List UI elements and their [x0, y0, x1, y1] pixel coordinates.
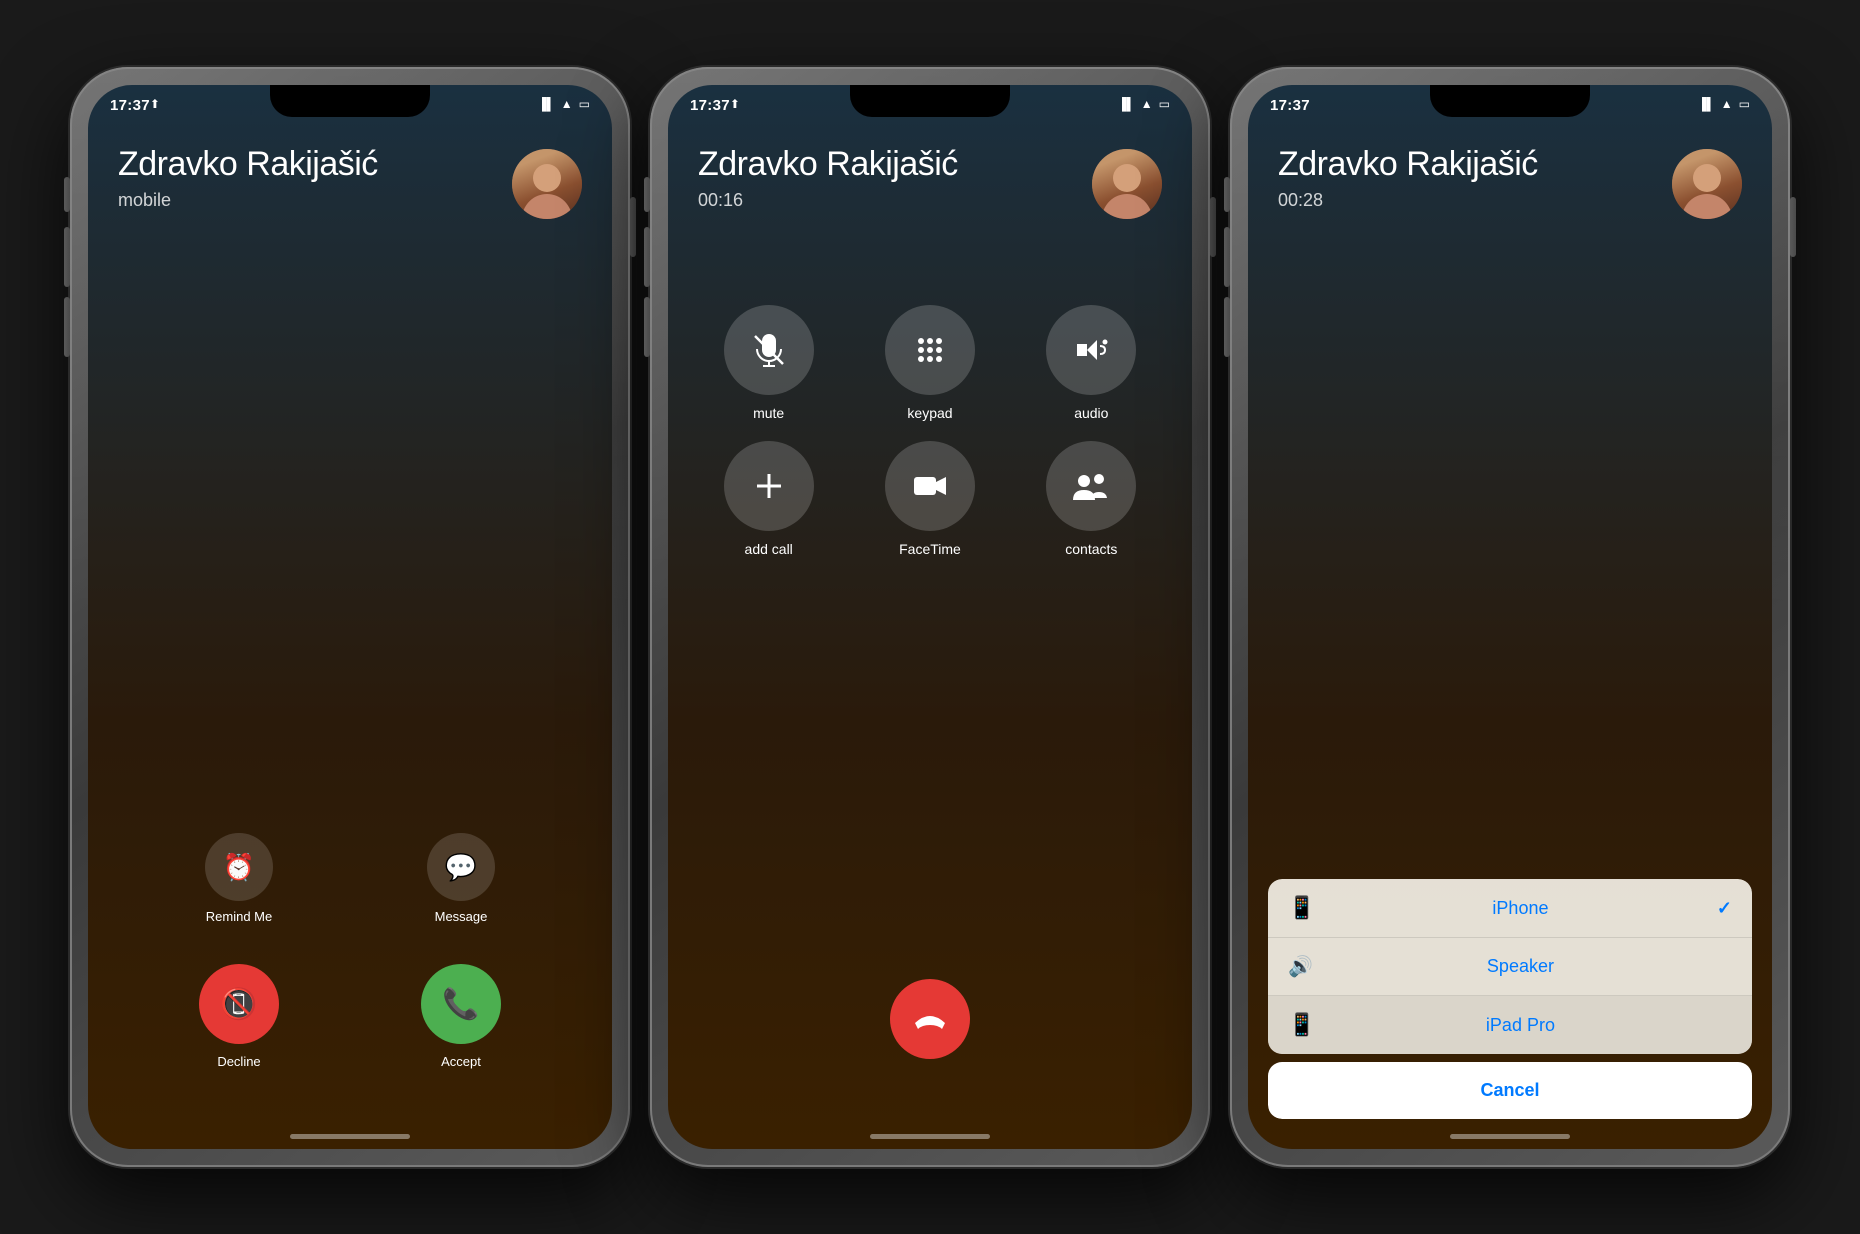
mute-icon	[724, 305, 814, 395]
iphone-label: iPhone	[1324, 898, 1717, 919]
phone-frame-2: 17:37 ⬆ ▐▌ ▲ ▭ Zdravko Rakijašić 00:16	[650, 67, 1210, 1167]
remind-icon: ⏰	[205, 833, 273, 901]
facetime-button[interactable]: FaceTime	[859, 441, 1000, 557]
decline-circle: 📵	[199, 964, 279, 1044]
contacts-icon	[1046, 441, 1136, 531]
notch-3	[1430, 85, 1590, 117]
cancel-label: Cancel	[1480, 1080, 1539, 1100]
remind-message-row: ⏰ Remind Me 💬 Message	[88, 833, 612, 924]
contacts-button[interactable]: contacts	[1021, 441, 1162, 557]
accept-label: Accept	[441, 1054, 481, 1069]
decline-label: Decline	[217, 1054, 260, 1069]
battery-icon-3: ▭	[1739, 97, 1750, 111]
avatar-3	[1672, 149, 1742, 219]
status-time-1: 17:37	[110, 97, 150, 114]
home-indicator-1	[290, 1134, 410, 1139]
audio-options-list: 📱 iPhone ✓ 🔊 Speaker ✓ 📱 iPad Pro	[1268, 879, 1752, 1054]
status-icons-3: ▐▌ ▲ ▭	[1698, 97, 1750, 111]
avatar-face-1	[512, 149, 582, 219]
speaker-label: Speaker	[1324, 956, 1717, 977]
phone-active: 17:37 ⬆ ▐▌ ▲ ▭ Zdravko Rakijašić 00:16	[650, 67, 1210, 1167]
incoming-actions: ⏰ Remind Me 💬 Message 📵 Decline	[88, 833, 612, 1069]
avatar-face-3	[1672, 149, 1742, 219]
add-call-button[interactable]: add call	[698, 441, 839, 557]
home-indicator-3	[1450, 1134, 1570, 1139]
phones-container: 17:37 ⬆ ▐▌ ▲ ▭ Zdravko Rakijašić mobile	[60, 67, 1800, 1167]
screen-active: 17:37 ⬆ ▐▌ ▲ ▭ Zdravko Rakijašić 00:16	[668, 85, 1192, 1149]
ipad-option[interactable]: 📱 iPad Pro ✓	[1268, 996, 1752, 1054]
notch-1	[270, 85, 430, 117]
iphone-icon: 📱	[1288, 895, 1324, 921]
avatar-1	[512, 149, 582, 219]
add-call-label: add call	[745, 541, 793, 557]
avatar-face-2	[1092, 149, 1162, 219]
screen-incoming: 17:37 ⬆ ▐▌ ▲ ▭ Zdravko Rakijašić mobile	[88, 85, 612, 1149]
status-icons-1: ▐▌ ▲ ▭	[538, 97, 590, 111]
message-icon: 💬	[427, 833, 495, 901]
keypad-button[interactable]: keypad	[859, 305, 1000, 421]
ipad-label: iPad Pro	[1324, 1015, 1717, 1036]
facetime-icon	[885, 441, 975, 531]
wifi-icon-2: ▲	[1141, 97, 1153, 111]
controls-grid: mute	[698, 305, 1162, 557]
iphone-option[interactable]: 📱 iPhone ✓	[1268, 879, 1752, 938]
accept-button[interactable]: 📞 Accept	[421, 964, 501, 1069]
audio-button[interactable]: audio	[1021, 305, 1162, 421]
phone-frame-1: 17:37 ⬆ ▐▌ ▲ ▭ Zdravko Rakijašić mobile	[70, 67, 630, 1167]
contacts-label: contacts	[1065, 541, 1117, 557]
phone-frame-3: 17:37 ▐▌ ▲ ▭ Zdravko Rakijašić 00:28	[1230, 67, 1790, 1167]
status-time-3: 17:37	[1270, 97, 1310, 114]
end-call-button[interactable]	[890, 979, 970, 1059]
wifi-icon-3: ▲	[1721, 97, 1733, 111]
ipad-icon: 📱	[1288, 1012, 1324, 1038]
accept-circle: 📞	[421, 964, 501, 1044]
mute-label: mute	[753, 405, 784, 421]
message-label: Message	[435, 909, 488, 924]
mute-button[interactable]: mute	[698, 305, 839, 421]
location-icon-1: ⬆	[150, 97, 160, 111]
facetime-label: FaceTime	[899, 541, 961, 557]
speaker-icon: 🔊	[1288, 954, 1324, 979]
signal-icon-2: ▐▌	[1118, 97, 1135, 111]
remind-me-button[interactable]: ⏰ Remind Me	[205, 833, 273, 924]
signal-icon-1: ▐▌	[538, 97, 555, 111]
screen-audio: 17:37 ▐▌ ▲ ▭ Zdravko Rakijašić 00:28	[1248, 85, 1772, 1149]
signal-icon-3: ▐▌	[1698, 97, 1715, 111]
keypad-label: keypad	[907, 405, 952, 421]
decline-button[interactable]: 📵 Decline	[199, 964, 279, 1069]
notch-2	[850, 85, 1010, 117]
cancel-button[interactable]: Cancel	[1268, 1062, 1752, 1119]
battery-icon-1: ▭	[579, 97, 590, 111]
add-call-icon	[724, 441, 814, 531]
remind-label: Remind Me	[206, 909, 272, 924]
call-controls: mute	[668, 305, 1192, 557]
wifi-icon-1: ▲	[561, 97, 573, 111]
speaker-option[interactable]: 🔊 Speaker ✓	[1268, 938, 1752, 996]
message-button[interactable]: 💬 Message	[427, 833, 495, 924]
audio-sheet: 📱 iPhone ✓ 🔊 Speaker ✓ 📱 iPad Pro	[1268, 879, 1752, 1119]
end-call-icon	[890, 979, 970, 1059]
phone-incoming: 17:37 ⬆ ▐▌ ▲ ▭ Zdravko Rakijašić mobile	[70, 67, 630, 1167]
audio-label: audio	[1074, 405, 1108, 421]
decline-accept-row: 📵 Decline 📞 Accept	[88, 964, 612, 1069]
audio-icon	[1046, 305, 1136, 395]
home-indicator-2	[870, 1134, 990, 1139]
battery-icon-2: ▭	[1159, 97, 1170, 111]
location-icon-2: ⬆	[730, 97, 740, 111]
status-icons-2: ▐▌ ▲ ▭	[1118, 97, 1170, 111]
phone-audio: 17:37 ▐▌ ▲ ▭ Zdravko Rakijašić 00:28	[1230, 67, 1790, 1167]
avatar-2	[1092, 149, 1162, 219]
keypad-icon	[885, 305, 975, 395]
status-time-2: 17:37	[690, 97, 730, 114]
iphone-check: ✓	[1717, 898, 1732, 919]
